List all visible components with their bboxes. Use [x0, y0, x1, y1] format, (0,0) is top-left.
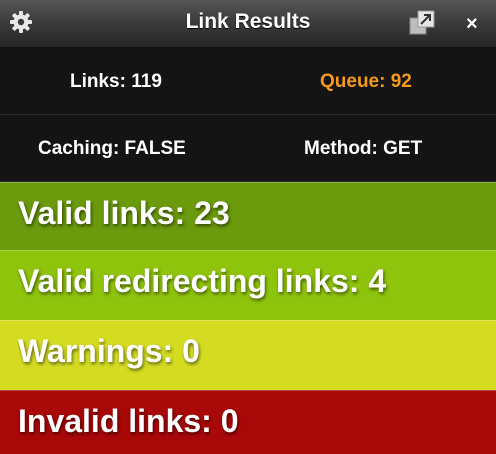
- stats-row-links-queue: Links: 119 Queue: 92: [0, 48, 496, 115]
- valid-links-label: Valid links: 23: [18, 195, 230, 231]
- stats-row-caching-method: Caching: FALSE Method: GET: [0, 115, 496, 182]
- close-icon[interactable]: ×: [466, 14, 478, 34]
- title-bar: Link Results ×: [0, 0, 496, 48]
- valid-redirecting-links-row[interactable]: Valid redirecting links: 4: [0, 250, 496, 320]
- invalid-links-label: Invalid links: 0: [18, 403, 239, 439]
- valid-links-row[interactable]: Valid links: 23: [0, 182, 496, 250]
- popout-icon[interactable]: [409, 10, 435, 36]
- warnings-row[interactable]: Warnings: 0: [0, 320, 496, 390]
- links-count: Links: 119: [70, 71, 162, 92]
- method-status: Method: GET: [304, 138, 423, 159]
- caching-status: Caching: FALSE: [38, 138, 186, 159]
- valid-redirecting-links-label: Valid redirecting links: 4: [18, 263, 387, 299]
- invalid-links-row[interactable]: Invalid links: 0: [0, 390, 496, 454]
- queue-count: Queue: 92: [320, 71, 412, 92]
- link-results-window: Link Results × Links: 119 Queue: 92 Cach…: [0, 0, 496, 454]
- warnings-label: Warnings: 0: [18, 333, 200, 369]
